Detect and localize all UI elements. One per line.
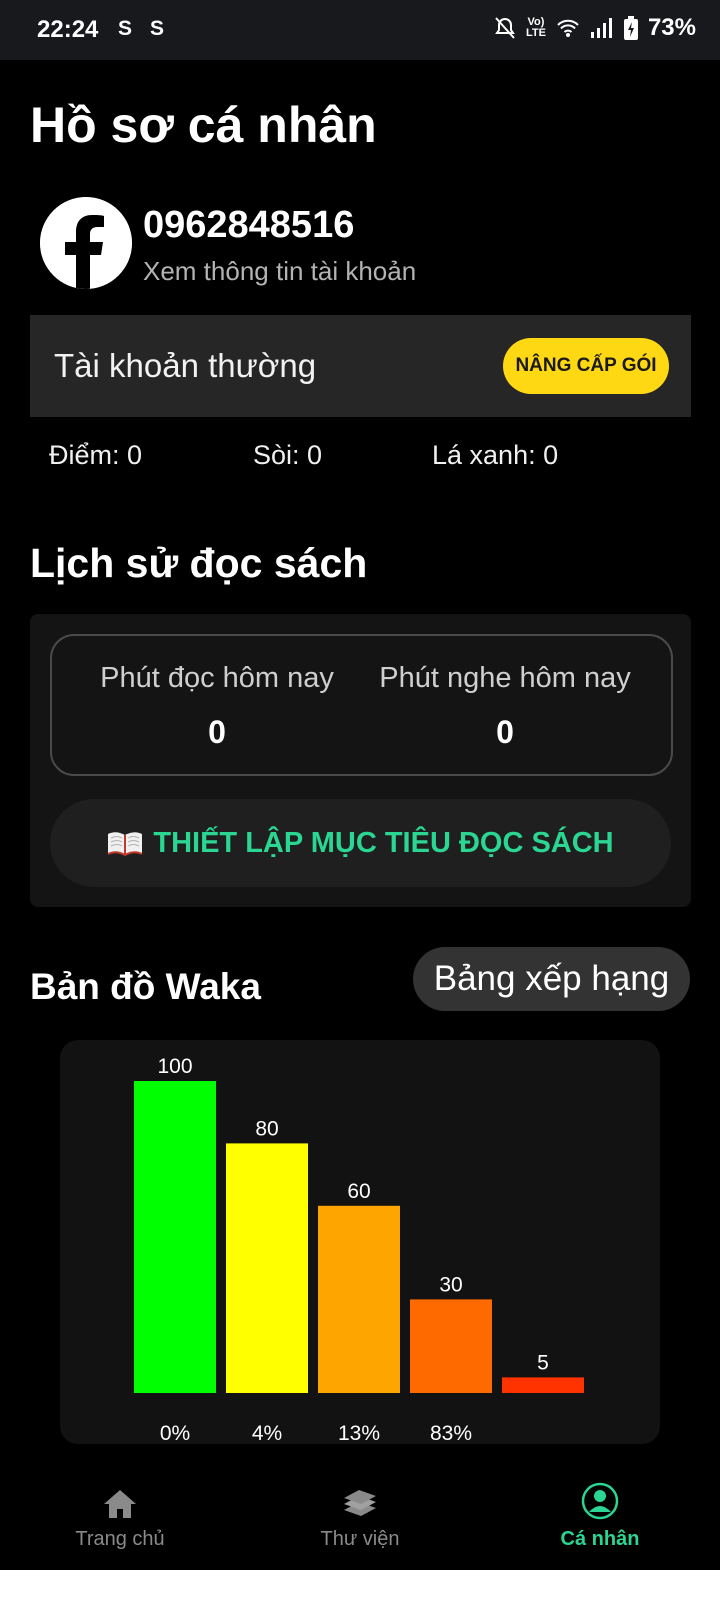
chart-value-label: 5 bbox=[537, 1351, 549, 1374]
chart-value-label: 30 bbox=[439, 1273, 462, 1296]
nav-home[interactable]: Trang chủ bbox=[0, 1458, 240, 1570]
home-icon bbox=[104, 1490, 136, 1518]
nav-home-label: Trang chủ bbox=[75, 1528, 165, 1550]
chart-bar bbox=[226, 1143, 308, 1393]
nav-profile-label: Cá nhân bbox=[560, 1528, 640, 1550]
chart-bar bbox=[502, 1377, 584, 1393]
reading-history-card: Phút đọc hôm nay 0 Phút nghe hôm nay 0 T… bbox=[30, 614, 691, 907]
page-title: Hồ sơ cá nhân bbox=[30, 97, 377, 153]
bar-chart: 100 0% 80 4% 60 13% 30 83% 5 bbox=[134, 1055, 584, 1444]
account-phone-number[interactable]: 0962848516 bbox=[143, 204, 354, 247]
chart-category-label: 0% bbox=[160, 1422, 190, 1444]
read-today-label: Phút đọc hôm nay bbox=[100, 662, 334, 694]
today-minutes-box: Phút đọc hôm nay 0 Phút nghe hôm nay 0 bbox=[50, 634, 673, 776]
facebook-logo-icon[interactable] bbox=[40, 197, 132, 289]
chart-bar bbox=[134, 1081, 216, 1393]
read-today-value: 0 bbox=[208, 714, 226, 750]
system-navigation-bar bbox=[0, 1570, 720, 1600]
soi-stat: Sòi: 0 bbox=[253, 440, 323, 470]
membership-tier-label: Tài khoản thường bbox=[54, 347, 317, 384]
chart-category-label: 13% bbox=[338, 1422, 380, 1444]
notification-s-icon: S bbox=[118, 17, 133, 40]
waka-map-chart: 100 0% 80 4% 60 13% 30 83% 5 bbox=[60, 1040, 660, 1444]
notification-s-icon: S bbox=[150, 17, 165, 40]
chart-category-label: 83% bbox=[430, 1422, 472, 1444]
battery-charging-icon bbox=[623, 16, 638, 40]
leaderboard-button[interactable]: Bảng xếp hạng bbox=[413, 947, 690, 1011]
points-stat: Điểm: 0 bbox=[49, 440, 143, 470]
status-bar: 22:24 S S Vo) LTE 73% bbox=[0, 0, 720, 60]
nav-library-label: Thư viện bbox=[320, 1528, 400, 1550]
volte-icon: Vo) LTE bbox=[525, 16, 546, 39]
reading-history-title: Lịch sử đọc sách bbox=[30, 540, 368, 586]
open-book-icon bbox=[107, 832, 143, 856]
bell-muted-icon bbox=[495, 17, 515, 39]
view-account-link[interactable]: Xem thông tin tài khoản bbox=[143, 256, 416, 287]
membership-card: Tài khoản thường NÂNG CẤP GÓI bbox=[30, 315, 691, 417]
wifi-icon bbox=[557, 19, 579, 37]
green-leaves-stat: Lá xanh: 0 bbox=[432, 440, 559, 470]
books-icon bbox=[344, 1490, 376, 1516]
listen-today-label: Phút nghe hôm nay bbox=[379, 662, 631, 694]
waka-map-title: Bản đồ Waka bbox=[30, 966, 261, 1007]
system-status-icons: Vo) LTE 73% bbox=[494, 14, 696, 42]
person-icon bbox=[581, 1482, 619, 1520]
status-time: 22:24 bbox=[37, 16, 99, 43]
nav-profile[interactable]: Cá nhân bbox=[480, 1458, 720, 1570]
chart-value-label: 80 bbox=[255, 1117, 278, 1140]
nav-library[interactable]: Thư viện bbox=[240, 1458, 480, 1570]
chart-bar bbox=[318, 1205, 400, 1393]
listen-today-value: 0 bbox=[496, 714, 514, 750]
bottom-navigation: Trang chủ Thư viện Cá nhân bbox=[0, 1458, 720, 1570]
chart-value-label: 60 bbox=[347, 1180, 370, 1203]
signal-icon bbox=[590, 18, 612, 38]
chart-bar bbox=[410, 1299, 492, 1393]
chart-value-label: 100 bbox=[157, 1055, 192, 1078]
upgrade-plan-button[interactable]: NÂNG CẤP GÓI bbox=[503, 338, 669, 394]
battery-percent: 73% bbox=[647, 14, 696, 41]
chart-category-label: 4% bbox=[252, 1422, 282, 1444]
set-reading-goal-label: THIẾT LẬP MỤC TIÊU ĐỌC SÁCH bbox=[153, 826, 614, 859]
set-reading-goal-button[interactable]: THIẾT LẬP MỤC TIÊU ĐỌC SÁCH bbox=[50, 799, 671, 887]
